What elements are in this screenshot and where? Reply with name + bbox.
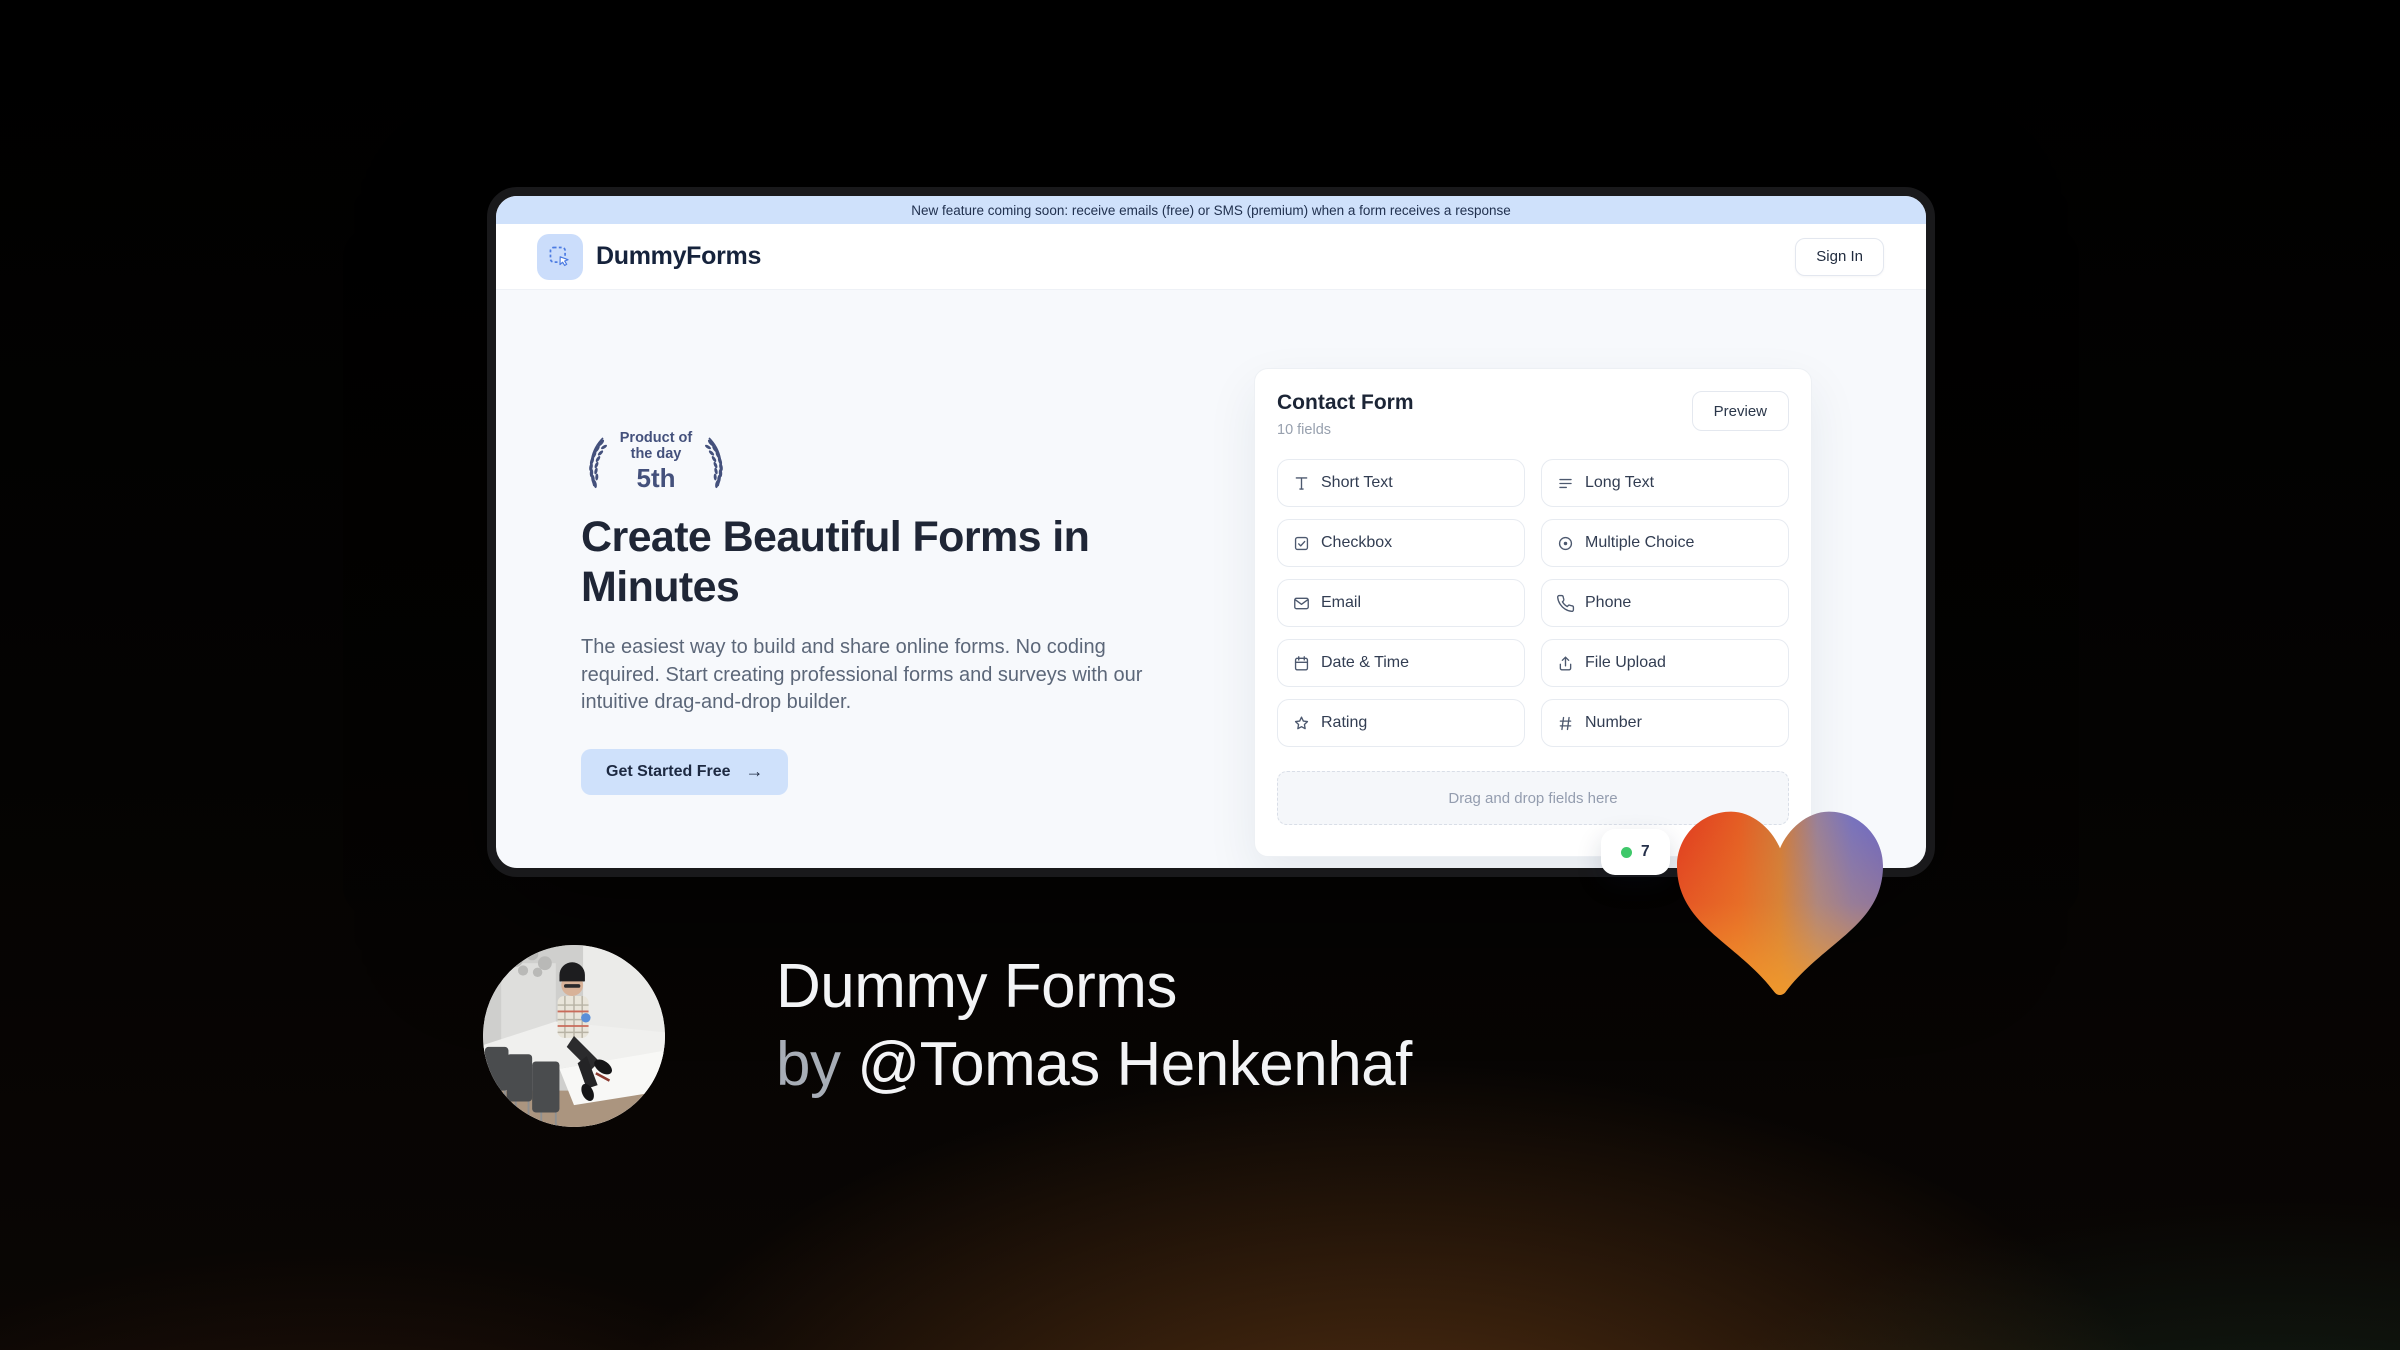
get-started-button[interactable]: Get Started Free → [581,748,789,795]
badge-title: Product of the day [619,430,693,462]
field-chip-file-upload[interactable]: File Upload [1541,639,1789,687]
field-chip-label: Multiple Choice [1585,534,1695,551]
product-of-the-day-badge: Product of the day 5th [581,430,731,494]
laurel-left-icon [589,437,607,489]
announcement-banner: New feature coming soon: receive emails … [496,196,1926,224]
email-icon [1294,597,1309,609]
field-chip-label: Email [1321,594,1362,611]
cta-label: Get Started Free [606,762,731,780]
sign-in-button[interactable]: Sign In [1795,237,1884,276]
radio-icon [1558,536,1573,550]
status-badge: 7 [1601,829,1670,875]
star-icon [1294,715,1309,729]
phone-icon [1557,594,1575,612]
short-text-icon [1295,476,1308,490]
heart-icon [1677,811,1883,995]
field-chip-label: Rating [1321,714,1368,731]
brand[interactable]: DummyForms [537,233,762,280]
hero-title: Create Beautiful Forms in Minutes [581,513,1090,611]
hash-icon [1559,716,1572,730]
byline-prefix: by [776,1030,841,1099]
field-chip-label: Long Text [1585,474,1655,491]
field-chip-phone[interactable]: Phone [1541,579,1789,627]
field-chip-label: Short Text [1321,474,1393,491]
field-chip-label: Checkbox [1321,534,1393,551]
laurel-right-icon [705,437,723,489]
hero-copy: Product of the day 5th Create Beautiful … [581,430,1193,795]
arrow-right-icon: → [745,761,764,781]
green-dot-icon [1621,846,1632,858]
hero-section: Product of the day 5th Create Beautiful … [496,290,1926,857]
badge-rank: 5th [636,463,676,493]
field-chip-email[interactable]: Email [1277,579,1525,627]
long-text-icon [1559,478,1572,488]
form-title: Contact Form [1277,391,1414,414]
app-header: DummyForms Sign In [496,224,1926,290]
author-handle: @Tomas Henkenhaf [857,1030,1412,1099]
calendar-icon [1294,655,1309,671]
upload-icon [1559,655,1572,671]
stage: New feature coming soon: receive emails … [0,0,2400,1350]
status-badge-text: 7 [1641,843,1650,860]
field-chip-short-text[interactable]: Short Text [1277,459,1525,507]
caption-byline: by @Tomas Henkenhaf [776,1026,1412,1104]
field-chip-label: File Upload [1585,654,1666,671]
caption-product-name: Dummy Forms [776,952,1177,1021]
field-chip-checkbox[interactable]: Checkbox [1277,519,1525,567]
field-chip-number[interactable]: Number [1541,699,1789,747]
field-chip-label: Number [1585,714,1642,731]
field-chip-multiple-choice[interactable]: Multiple Choice [1541,519,1789,567]
field-grid: Short Text Long Text Checkbox Multiple C… [1277,459,1789,747]
form-builder-card: Contact Form 10 fields Preview Short Tex… [1254,368,1812,857]
card-header: Contact Form 10 fields Preview [1277,391,1789,438]
field-chip-rating[interactable]: Rating [1277,699,1525,747]
field-chip-label: Date & Time [1321,654,1410,671]
hero-description: The easiest way to build and share onlin… [581,636,1143,713]
checkbox-icon [1294,536,1309,550]
preview-button[interactable]: Preview [1691,391,1789,431]
brand-name: DummyForms [596,242,762,270]
caption: Dummy Forms by @Tomas Henkenhaf [776,948,1412,1104]
announcement-text: New feature coming soon: receive emails … [911,202,1511,218]
author-avatar [483,945,665,1127]
browser-window: New feature coming soon: receive emails … [487,187,1935,877]
form-field-count: 10 fields [1277,422,1332,438]
field-chip-label: Phone [1585,594,1632,611]
app-logo-icon [537,233,583,280]
field-chip-long-text[interactable]: Long Text [1541,459,1789,507]
field-chip-date-time[interactable]: Date & Time [1277,639,1525,687]
